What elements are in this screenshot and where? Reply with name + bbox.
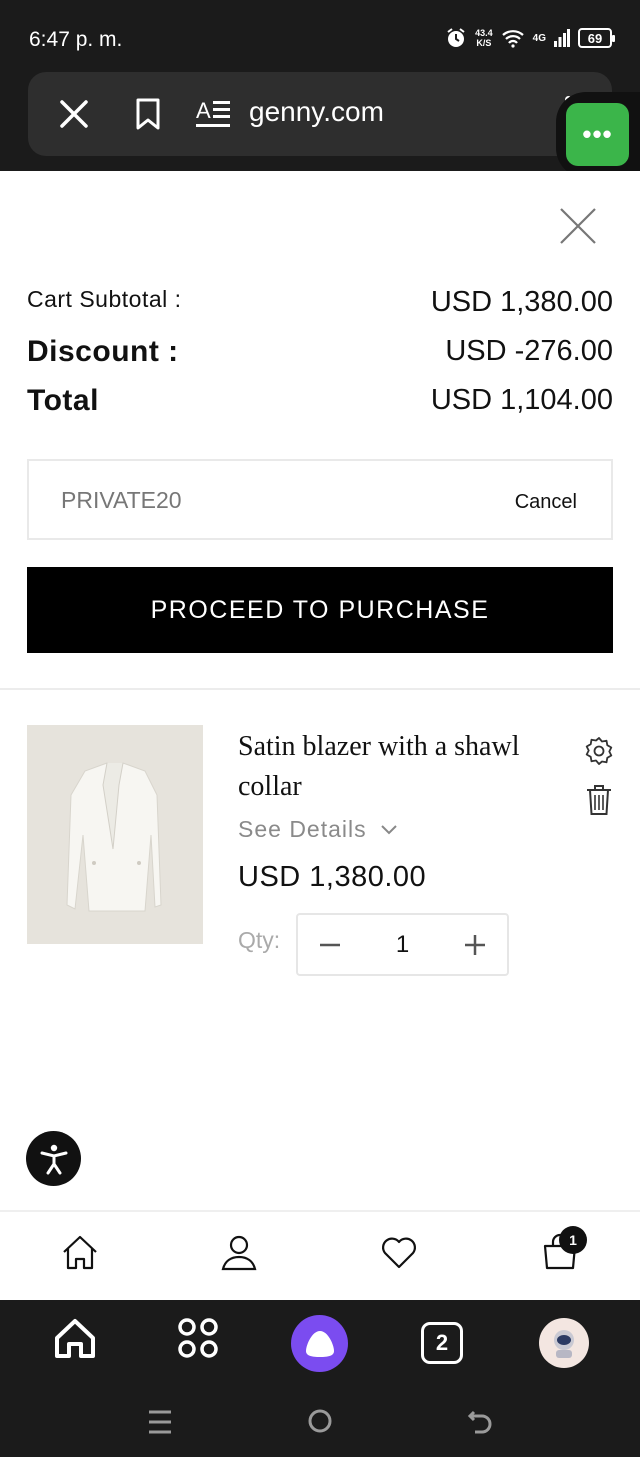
divider	[0, 688, 640, 690]
svg-text:A: A	[196, 98, 211, 123]
discount-label: Discount :	[27, 335, 179, 368]
alarm-icon	[447, 28, 465, 47]
system-nav-bar	[0, 1388, 640, 1457]
product-title[interactable]: Satin blazer with a shawl collar	[238, 727, 538, 807]
services-grid-icon[interactable]	[174, 1314, 222, 1362]
product-price: USD 1,380.00	[238, 861, 427, 893]
accessibility-icon	[40, 1144, 67, 1174]
qty-label: Qty:	[238, 927, 281, 953]
assistant-icon	[305, 1330, 334, 1357]
floating-menu-button[interactable]: •••	[566, 103, 629, 166]
avatar[interactable]	[539, 1318, 589, 1368]
subtotal-label: Cart Subtotal :	[27, 286, 182, 312]
wishlist-icon[interactable]	[379, 1232, 419, 1272]
coupon-code: PRIVATE20	[61, 487, 182, 513]
assistant-button[interactable]	[291, 1315, 348, 1372]
back-icon[interactable]	[466, 1408, 494, 1436]
wifi-icon	[501, 30, 524, 48]
chevron-down-icon	[380, 824, 397, 834]
status-icons: 43.4 K/S 4G 69	[445, 27, 615, 49]
home-circle-icon[interactable]	[307, 1408, 333, 1434]
accessibility-button[interactable]	[26, 1131, 81, 1186]
signal-icon	[554, 29, 570, 47]
url-field[interactable]: genny.com	[249, 96, 384, 128]
quantity-stepper: 1	[296, 913, 509, 976]
subtotal-row: Cart Subtotal : USD 1,380.00	[27, 286, 613, 319]
reader-mode-icon[interactable]: A	[196, 96, 232, 132]
battery-indicator: 69	[578, 28, 615, 48]
tabs-count-button[interactable]: 2	[421, 1322, 463, 1364]
account-icon[interactable]	[219, 1232, 259, 1272]
discount-value: USD -276.00	[445, 335, 613, 367]
total-row: Total USD 1,104.00	[27, 384, 613, 418]
close-cart-icon[interactable]	[559, 207, 597, 245]
plus-icon[interactable]	[461, 931, 489, 959]
discount-row: Discount : USD -276.00	[27, 335, 613, 369]
coupon-cancel-button[interactable]: Cancel	[515, 491, 577, 514]
subtotal-value: USD 1,380.00	[430, 286, 613, 318]
proceed-to-purchase-button[interactable]: PROCEED TO PURCHASE	[27, 567, 613, 653]
status-time: 6:47 p. m.	[29, 28, 123, 51]
blazer-image	[66, 762, 162, 912]
product-image[interactable]	[27, 725, 203, 944]
browser-bar: A genny.com	[28, 72, 612, 156]
close-tab-icon[interactable]	[54, 94, 94, 134]
gear-icon[interactable]	[583, 735, 615, 767]
status-bar: 6:47 p. m. 43.4 K/S 4G 69	[0, 0, 640, 80]
home-icon[interactable]	[60, 1232, 100, 1272]
coupon-field[interactable]: PRIVATE20 Cancel	[27, 459, 613, 540]
see-details-label: See Details	[238, 816, 367, 842]
speed-value: 43.4	[475, 28, 493, 38]
speed-unit: K/S	[476, 38, 492, 48]
bottom-nav	[0, 1212, 640, 1300]
cart-page: Cart Subtotal : USD 1,380.00 Discount : …	[0, 171, 640, 1300]
total-value: USD 1,104.00	[430, 384, 613, 416]
trash-icon[interactable]	[585, 784, 613, 816]
see-details-toggle[interactable]: See Details	[238, 816, 397, 843]
total-label: Total	[27, 384, 99, 417]
cart-badge: 1	[559, 1226, 587, 1254]
network-type: 4G	[532, 32, 546, 44]
astronaut-icon	[554, 1330, 574, 1358]
home-icon[interactable]	[51, 1314, 99, 1362]
recent-apps-icon[interactable]	[148, 1409, 172, 1435]
bookmark-icon[interactable]	[132, 96, 164, 132]
network-speed: 43.4 K/S	[475, 28, 493, 48]
